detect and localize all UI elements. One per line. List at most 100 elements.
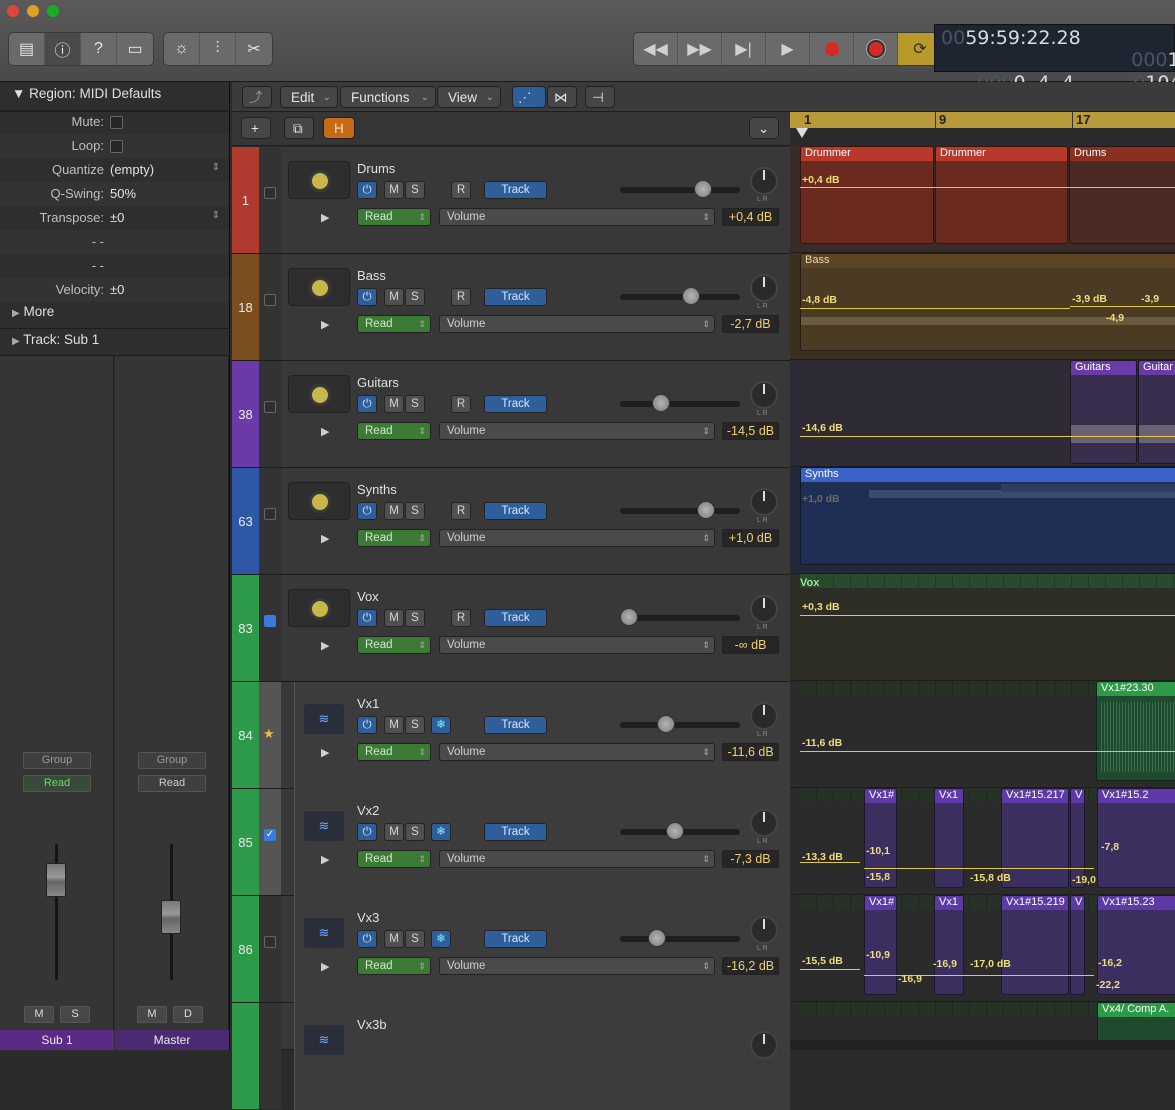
region-guitars-2[interactable]: Guitar	[1138, 360, 1175, 464]
automation-mode-select[interactable]: Read ⇕	[357, 208, 431, 226]
automation-parameter-select[interactable]: Volume ⇕	[439, 315, 715, 333]
checkbox[interactable]	[264, 936, 276, 948]
close-window-icon[interactable]	[7, 5, 19, 17]
back-icon[interactable]: ⤴	[242, 86, 272, 108]
mute-button[interactable]: M	[384, 930, 404, 948]
volume-fader-handle[interactable]	[46, 863, 66, 897]
play-icon[interactable]: ▶	[321, 532, 329, 545]
region-drums[interactable]: Drums	[1069, 146, 1175, 244]
power-icon[interactable]: ⏻	[357, 930, 377, 948]
track-button[interactable]: Track	[484, 395, 547, 413]
play-icon[interactable]: ▶	[321, 853, 329, 866]
automation-value-field[interactable]: +1,0 dB	[722, 529, 779, 547]
region-drummer-2[interactable]: Drummer	[935, 146, 1068, 244]
hide-button[interactable]: H	[323, 117, 355, 139]
track-header[interactable]: 84 ★ ≋ Vx1 ⏻ M S ❄ Track L R ▶ Read ⇕ Volume ⇕ -11,6 dB	[232, 682, 790, 789]
catch-icon[interactable]: ⊣	[585, 86, 615, 108]
region-drummer-1[interactable]: Drummer	[800, 146, 934, 244]
inspector-row-value[interactable]: 50%	[110, 186, 136, 201]
automation-line[interactable]	[800, 751, 1175, 752]
duplicate-track-icon[interactable]: ⧉	[284, 117, 314, 139]
mute-button[interactable]: M	[384, 716, 404, 734]
checkbox-checked-icon[interactable]: ✓	[264, 829, 276, 841]
mute-button[interactable]: M	[384, 609, 404, 627]
inspector-row-value[interactable]: ±0	[110, 210, 124, 225]
solo-button[interactable]: S	[405, 930, 425, 948]
track-name[interactable]: Guitars	[357, 375, 399, 390]
track-button[interactable]: Track	[484, 181, 547, 199]
record-enable-button[interactable]: R	[451, 609, 471, 627]
track-header[interactable]: 1▶Drums⏻MSRTrackL R▶Read⇕Volume⇕+0,4 dB	[232, 147, 790, 254]
track-name[interactable]: Bass	[357, 268, 386, 283]
mute-button[interactable]: M	[384, 395, 404, 413]
inspector-row[interactable]: - -	[0, 254, 228, 278]
freeze-icon[interactable]: ❄	[431, 716, 451, 734]
cycle-area[interactable]	[790, 112, 1175, 128]
play-icon[interactable]: ▶	[321, 960, 329, 973]
smart-controls-icon[interactable]: ☼	[164, 33, 200, 65]
pan-knob[interactable]	[750, 595, 778, 623]
solo-button[interactable]: S	[405, 823, 425, 841]
automation-parameter-select[interactable]: Volume ⇕	[439, 529, 715, 547]
play-icon[interactable]: ▶	[321, 746, 329, 759]
volume-slider[interactable]	[620, 822, 740, 840]
automation-line[interactable]	[1070, 306, 1175, 307]
pan-knob[interactable]	[750, 274, 778, 302]
pan-knob[interactable]	[750, 167, 778, 195]
volume-fader-handle[interactable]	[161, 900, 181, 934]
power-icon[interactable]: ⏻	[357, 502, 377, 520]
view-menu[interactable]: View ⌄	[437, 86, 501, 108]
power-icon[interactable]: ⏻	[357, 288, 377, 306]
mute-button[interactable]: M	[384, 502, 404, 520]
volume-slider[interactable]	[620, 501, 740, 519]
play-icon[interactable]: ▶	[321, 211, 329, 224]
toolbar-icon[interactable]: ▭	[117, 33, 153, 65]
record-enable-button[interactable]: R	[451, 181, 471, 199]
editors-icon[interactable]: ✂	[236, 33, 272, 65]
checkbox[interactable]	[264, 294, 276, 306]
pan-knob[interactable]	[750, 702, 778, 730]
power-icon[interactable]: ⏻	[357, 181, 377, 199]
volume-slider-handle[interactable]	[682, 287, 700, 305]
add-track-icon[interactable]: +	[241, 117, 271, 139]
mute-button[interactable]: M	[384, 823, 404, 841]
help-icon[interactable]: ?	[81, 33, 117, 65]
region-guitars-1[interactable]: Guitars	[1070, 360, 1137, 464]
solo-button[interactable]: S	[405, 181, 425, 199]
automation-mode-select[interactable]: Read ⇕	[357, 315, 431, 333]
playhead-icon[interactable]	[796, 128, 808, 138]
automation-value-field[interactable]: -∞ dB	[722, 636, 779, 654]
ruler[interactable]: 1 9 17	[790, 112, 1175, 146]
solo-button[interactable]: S	[60, 1006, 90, 1023]
edit-menu[interactable]: Edit ⌄	[280, 86, 338, 108]
checkbox[interactable]	[110, 140, 123, 153]
inspector-row-value[interactable]: ±0	[110, 282, 124, 297]
pan-knob[interactable]	[750, 916, 778, 944]
horizontal-scrollbar[interactable]	[790, 1040, 1175, 1050]
volume-slider-handle[interactable]	[657, 715, 675, 733]
mixer-icon[interactable]: ⫶	[200, 33, 236, 65]
group-button[interactable]: Group	[23, 752, 91, 769]
volume-slider[interactable]	[620, 180, 740, 198]
track-section-header[interactable]: ▶ Track: Sub 1	[0, 332, 228, 356]
region-section-header[interactable]: ▼ Region: MIDI Defaults	[0, 86, 228, 110]
automation-parameter-select[interactable]: Volume ⇕	[439, 850, 715, 868]
record-icon[interactable]	[810, 33, 854, 65]
play-icon[interactable]: ▶	[321, 425, 329, 438]
solo-button[interactable]: S	[405, 609, 425, 627]
region-vx2-d[interactable]: V	[1070, 788, 1085, 888]
record-enable-button[interactable]: R	[451, 395, 471, 413]
automation-line[interactable]	[864, 868, 1094, 869]
checkbox[interactable]	[110, 116, 123, 129]
region-bass[interactable]: Bass	[800, 253, 1175, 351]
checkbox-mixed-icon[interactable]	[264, 615, 276, 627]
fast-forward-icon[interactable]: ▶▶	[678, 33, 722, 65]
record-enable-button[interactable]: R	[451, 288, 471, 306]
automation-parameter-select[interactable]: Volume ⇕	[439, 422, 715, 440]
pan-knob[interactable]	[750, 488, 778, 516]
volume-slider[interactable]	[620, 394, 740, 412]
inspector-row[interactable]: Mute:	[0, 110, 228, 134]
track-header[interactable]: 18▶Bass⏻MSRTrackL R▶Read⇕Volume⇕-2,7 dB	[232, 254, 790, 361]
automation-parameter-select[interactable]: Volume ⇕	[439, 636, 715, 654]
stepper-icon[interactable]: ⇕	[212, 162, 220, 173]
